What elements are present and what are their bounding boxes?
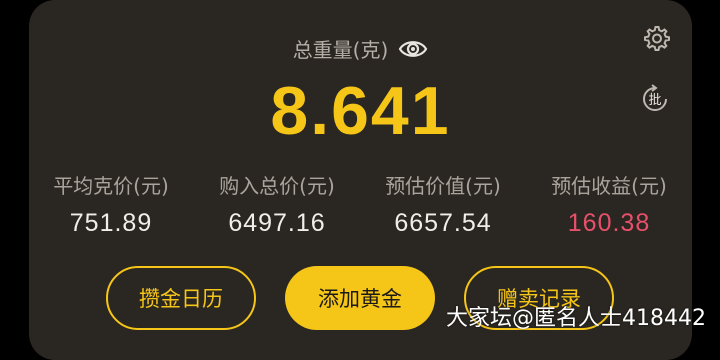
stat-estimated-value: 预估价值(元) 6657.54 — [368, 170, 518, 238]
title-row: 总重量(克) — [29, 34, 692, 63]
stat-avg-price: 平均克价(元) 751.89 — [36, 170, 186, 238]
stat-label: 购入总价(元) — [219, 174, 335, 198]
stat-estimated-profit: 预估收益(元) 160.38 — [534, 170, 684, 238]
stat-value: 751.89 — [69, 209, 153, 237]
watermark: 大家坛@匿名人士418442 — [446, 306, 706, 331]
stat-value: 160.38 — [567, 209, 651, 237]
stat-label: 预估价值(元) — [385, 174, 501, 198]
eye-icon[interactable] — [398, 38, 428, 60]
stat-value: 6497.16 — [228, 209, 326, 237]
calendar-button[interactable]: 攒金日历 — [106, 266, 256, 330]
stat-value: 6657.54 — [394, 209, 492, 237]
stat-label: 平均克价(元) — [53, 174, 169, 198]
total-weight-value: 8.641 — [270, 73, 451, 149]
add-gold-button[interactable]: 添加黄金 — [285, 266, 435, 330]
gear-icon[interactable] — [642, 24, 670, 52]
stat-purchase-total: 购入总价(元) 6497.16 — [202, 170, 352, 238]
stat-label: 预估收益(元) — [551, 174, 667, 198]
total-weight-label: 总重量(克) — [292, 38, 389, 62]
